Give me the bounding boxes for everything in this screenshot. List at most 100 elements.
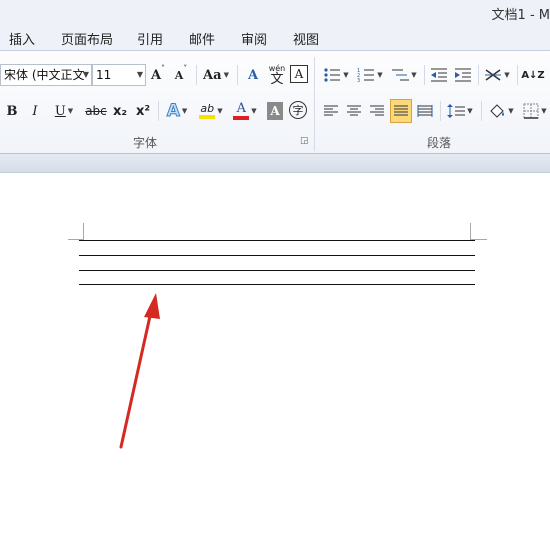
shading-button[interactable]: ▼ xyxy=(486,100,516,122)
enclose-characters-button[interactable]: 字 xyxy=(289,101,307,119)
tab-mailings[interactable]: 邮件 xyxy=(189,29,215,48)
font-name-value: 宋体 (中文正文 xyxy=(4,68,85,82)
multilevel-list-button[interactable]: ▼ xyxy=(389,64,419,86)
horizontal-line xyxy=(79,270,475,271)
clear-formatting-button[interactable]: A xyxy=(242,64,264,86)
line-spacing-button[interactable]: ▼ xyxy=(445,100,475,122)
paint-bucket-icon xyxy=(490,104,505,118)
ribbon-bottom-strip xyxy=(0,154,550,173)
horizontal-line xyxy=(79,255,475,256)
increase-indent-icon xyxy=(455,68,471,82)
change-case-icon: Aa xyxy=(203,67,222,83)
character-border-icon: A xyxy=(294,67,304,81)
tab-review[interactable]: 审阅 xyxy=(241,29,267,48)
caret-down-icon: ˅ xyxy=(183,64,188,73)
highlight-button[interactable]: ab ▼ xyxy=(195,100,227,122)
strikethrough-button[interactable]: abc xyxy=(84,100,108,122)
character-shading-button[interactable]: A xyxy=(267,102,283,120)
tab-references[interactable]: 引用 xyxy=(137,29,163,48)
chevron-down-icon: ▼ xyxy=(467,107,473,115)
chevron-down-icon: ▼ xyxy=(223,71,229,79)
multilevel-list-icon xyxy=(392,69,410,81)
font-color-icon: A xyxy=(233,101,250,120)
chevron-down-icon: ▼ xyxy=(181,107,188,115)
italic-button[interactable]: I xyxy=(26,100,44,122)
highlight-color-bar xyxy=(199,115,216,119)
align-center-button[interactable] xyxy=(344,100,364,122)
ribbon-tabs: 插入 页面布局 引用 邮件 审阅 视图 xyxy=(0,26,550,51)
font-color-bar xyxy=(233,116,250,120)
align-right-button[interactable] xyxy=(367,100,387,122)
divider xyxy=(196,65,197,85)
divider xyxy=(424,65,425,85)
subscript-button[interactable]: x₂ xyxy=(110,100,130,122)
decrease-indent-button[interactable] xyxy=(428,64,450,86)
arrow-shaft xyxy=(119,305,154,449)
chevron-down-icon: ▼ xyxy=(504,71,510,79)
align-left-icon xyxy=(324,105,338,116)
font-size-value: 11 xyxy=(96,68,112,82)
crop-mark-right-vertical xyxy=(470,223,471,240)
numbering-button[interactable]: 1 2 3 ▼ xyxy=(355,64,385,86)
underline-button[interactable]: U ▼ xyxy=(50,100,78,122)
divider xyxy=(158,101,159,121)
divider xyxy=(481,101,482,121)
phonetic-guide-icon: 文 xyxy=(270,71,284,87)
borders-icon xyxy=(523,103,539,119)
chevron-down-icon: ▼ xyxy=(541,107,547,115)
font-name-combo[interactable]: 宋体 (中文正文 ▼ xyxy=(0,64,92,86)
grow-font-button[interactable]: A ˄ xyxy=(148,64,168,86)
font-size-combo[interactable]: 11 ▼ xyxy=(92,64,146,86)
bullets-button[interactable]: ▼ xyxy=(321,64,351,86)
dialog-launcher-icon[interactable]: ◲ xyxy=(300,136,309,146)
font-color-text: A xyxy=(236,101,246,116)
borders-button[interactable]: ▼ xyxy=(520,100,550,122)
title-bar: 文档1 - M xyxy=(0,0,550,26)
window-title: 文档1 - M xyxy=(491,8,550,23)
distributed-icon xyxy=(417,105,433,117)
shrink-font-icon: A xyxy=(174,68,184,82)
svg-text:3: 3 xyxy=(357,78,360,83)
divider xyxy=(478,65,479,85)
horizontal-line xyxy=(79,240,475,241)
chevron-down-icon: ▼ xyxy=(82,70,89,79)
highlighter-icon: ab xyxy=(199,102,216,119)
text-effects-icon: A xyxy=(166,101,180,122)
decrease-indent-icon xyxy=(431,68,447,82)
distributed-button[interactable] xyxy=(415,100,435,122)
clear-formatting-icon: A xyxy=(247,67,259,83)
chevron-down-icon: ▼ xyxy=(411,71,417,79)
bold-button[interactable]: B xyxy=(3,100,21,122)
text-effects-button[interactable]: A ▼ xyxy=(163,100,191,122)
grow-font-icon: A xyxy=(150,67,162,83)
divider xyxy=(440,101,441,121)
chinese-layout-button[interactable]: ▼ xyxy=(482,64,512,86)
group-divider xyxy=(314,57,315,151)
tab-view[interactable]: 视图 xyxy=(293,29,319,48)
line-spacing-icon xyxy=(447,104,466,118)
increase-indent-button[interactable] xyxy=(452,64,474,86)
chinese-layout-icon xyxy=(485,69,502,81)
change-case-button[interactable]: Aa ▼ xyxy=(201,64,231,86)
ribbon: 宋体 (中文正文 ▼ 11 ▼ A ˄ A ˅ Aa ▼ A wén 文 A B I … xyxy=(0,51,550,154)
justify-icon xyxy=(394,105,408,116)
red-arrow-annotation xyxy=(119,293,160,449)
sort-button[interactable]: A↓Z xyxy=(521,63,544,87)
crop-mark-left-vertical xyxy=(83,223,84,240)
tab-insert[interactable]: 插入 xyxy=(9,29,35,48)
justify-button[interactable] xyxy=(390,99,412,123)
superscript-button[interactable]: x² xyxy=(133,100,153,122)
tab-page-layout[interactable]: 页面布局 xyxy=(61,29,113,48)
document-area[interactable] xyxy=(0,173,550,550)
font-group-label: 字体 xyxy=(133,136,158,150)
bullets-icon xyxy=(324,68,341,82)
chevron-down-icon: ▼ xyxy=(217,107,223,115)
character-border-button[interactable]: A xyxy=(290,65,308,83)
align-right-icon xyxy=(370,105,384,116)
align-left-button[interactable] xyxy=(321,100,341,122)
font-color-button[interactable]: A ▼ xyxy=(230,100,260,122)
phonetic-guide-button[interactable]: wén 文 xyxy=(266,63,288,87)
chevron-down-icon: ▼ xyxy=(136,70,143,79)
shrink-font-button[interactable]: A ˅ xyxy=(171,64,191,86)
highlight-text: ab xyxy=(200,102,215,115)
